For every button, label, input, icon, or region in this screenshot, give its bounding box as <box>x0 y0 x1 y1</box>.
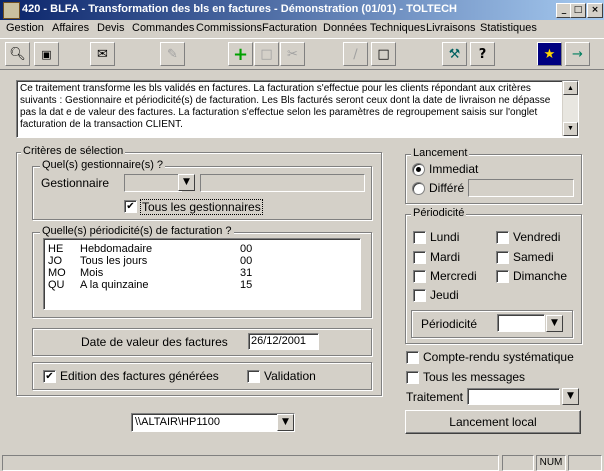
printer-value: \\ALTAIR\HP1100 <box>135 416 220 428</box>
gestionnaire-dropdown-icon[interactable]: ▼ <box>178 174 195 191</box>
menu-commandes[interactable]: Commandes <box>132 22 194 34</box>
mardi-label[interactable]: Mardi <box>430 250 460 264</box>
info-box: Ce traitement transforme les bls validés… <box>16 80 579 138</box>
validation-checkbox[interactable] <box>247 370 260 383</box>
samedi-label[interactable]: Samedi <box>513 250 554 264</box>
date-valeur-input[interactable]: 26/12/2001 <box>248 333 319 350</box>
jeudi-label[interactable]: Jeudi <box>430 288 459 302</box>
wizard-icon[interactable]: ★ <box>537 42 562 66</box>
title-bar: 420 - BLFA - Transformation des bls en f… <box>0 0 604 20</box>
dimanche-checkbox[interactable] <box>496 270 509 283</box>
criteres-legend: Critères de sélection <box>21 145 126 157</box>
periodicite-legend: Périodicité <box>411 207 467 219</box>
edition-checkbox[interactable]: ✔ <box>43 370 56 383</box>
differe-label[interactable]: Différé <box>429 181 464 195</box>
mail-icon[interactable]: ✉ <box>90 42 115 66</box>
status-panel-scroll <box>568 455 602 471</box>
periodicite-facturation-legend: Quelle(s) périodicité(s) de facturation … <box>40 225 234 237</box>
periodicite-select-label: Périodicité <box>421 317 478 331</box>
menu-commissions[interactable]: Commissions <box>196 22 262 34</box>
close-button[interactable]: × <box>587 3 603 18</box>
mercredi-checkbox[interactable] <box>413 270 426 283</box>
info-scrollbar[interactable]: ▲ ▼ <box>562 81 578 136</box>
differe-input[interactable] <box>468 179 574 197</box>
tous-messages-checkbox[interactable] <box>406 371 419 384</box>
menu-bar: Gestion Affaires Devis Commandes Commiss… <box>0 20 604 37</box>
tools-icon[interactable]: ⚒ <box>442 42 467 66</box>
status-num: NUM <box>536 455 566 471</box>
help-icon[interactable]: ? <box>470 42 495 66</box>
lundi-label[interactable]: Lundi <box>430 230 459 244</box>
app-icon <box>3 2 20 19</box>
gestionnaire-name-field[interactable] <box>200 174 365 192</box>
exit-icon[interactable]: → <box>565 42 590 66</box>
search-preview-icon[interactable]: 🔍︎ <box>5 42 30 66</box>
traitement-dropdown-icon[interactable]: ▼ <box>562 388 579 405</box>
menu-livraisons[interactable]: Livraisons <box>426 22 476 34</box>
traitement-label: Traitement <box>406 390 463 404</box>
camera-icon[interactable]: ▣ <box>34 42 59 66</box>
printer-dropdown-icon[interactable]: ▼ <box>277 414 294 431</box>
add-icon[interactable]: + <box>228 42 253 66</box>
compte-rendu-checkbox[interactable] <box>406 351 419 364</box>
gestionnaire-label: Gestionnaire <box>41 176 110 190</box>
tous-gestionnaires-label[interactable]: Tous les gestionnaires <box>140 199 263 215</box>
gestionnaire-code-field[interactable] <box>124 174 182 192</box>
scroll-up-icon[interactable]: ▲ <box>563 81 578 95</box>
mardi-checkbox[interactable] <box>413 251 426 264</box>
edition-label[interactable]: Edition des factures générées <box>60 369 219 383</box>
periodicite-list[interactable]: HE Hebdomadaire 00 JO Tous les jours 00 … <box>43 238 361 310</box>
menu-donnees-techniques[interactable]: Données Techniques <box>323 22 426 34</box>
jeudi-checkbox[interactable] <box>413 289 426 302</box>
traitement-select[interactable] <box>467 388 560 405</box>
vendredi-checkbox[interactable] <box>496 231 509 244</box>
printer-select[interactable]: \\ALTAIR\HP1100 <box>131 413 295 432</box>
differe-radio[interactable] <box>412 182 425 195</box>
status-panel-caps <box>502 455 534 471</box>
validation-label[interactable]: Validation <box>264 369 316 383</box>
save-icon[interactable]: □ <box>254 42 279 66</box>
lancement-legend: Lancement <box>411 147 470 159</box>
document-icon[interactable]: □ <box>371 42 396 66</box>
status-panel-main <box>2 455 499 471</box>
print-icon[interactable]: ∕ <box>343 42 368 66</box>
immediat-radio[interactable] <box>412 163 425 176</box>
status-bar: NUM <box>0 452 604 471</box>
menu-affaires[interactable]: Affaires <box>52 22 89 34</box>
info-text: Ce traitement transforme les bls validés… <box>20 83 551 130</box>
menu-statistiques[interactable]: Statistiques <box>480 22 537 34</box>
menu-gestion[interactable]: Gestion <box>6 22 44 34</box>
periodicite-select[interactable] <box>497 314 545 332</box>
toolbar: 🔍︎ ▣ ✉ ✎ + □ ✂ ∕ □ ⚒ ? ★ → <box>0 38 604 70</box>
menu-devis[interactable]: Devis <box>97 22 125 34</box>
cut-icon[interactable]: ✂ <box>280 42 305 66</box>
window-title: 420 - BLFA - Transformation des bls en f… <box>22 3 457 15</box>
mercredi-label[interactable]: Mercredi <box>430 269 477 283</box>
samedi-checkbox[interactable] <box>496 251 509 264</box>
tous-messages-label[interactable]: Tous les messages <box>423 370 525 384</box>
lundi-checkbox[interactable] <box>413 231 426 244</box>
dimanche-label[interactable]: Dimanche <box>513 269 567 283</box>
periodicite-dropdown-icon[interactable]: ▼ <box>546 315 563 332</box>
immediat-label[interactable]: Immediat <box>429 162 478 176</box>
maximize-button[interactable]: □ <box>570 3 586 18</box>
scroll-down-icon[interactable]: ▼ <box>563 122 578 136</box>
gestionnaire-legend: Quel(s) gestionnaire(s) ? <box>40 159 166 171</box>
compte-rendu-label[interactable]: Compte-rendu systématique <box>423 350 574 364</box>
menu-facturation[interactable]: Facturation <box>262 22 317 34</box>
lancement-local-button[interactable]: Lancement local <box>405 410 581 434</box>
vendredi-label[interactable]: Vendredi <box>513 230 560 244</box>
edit-icon[interactable]: ✎ <box>160 42 185 66</box>
tous-gestionnaires-checkbox[interactable]: ✔ <box>124 200 137 213</box>
date-valeur-label: Date de valeur des factures <box>81 335 228 349</box>
